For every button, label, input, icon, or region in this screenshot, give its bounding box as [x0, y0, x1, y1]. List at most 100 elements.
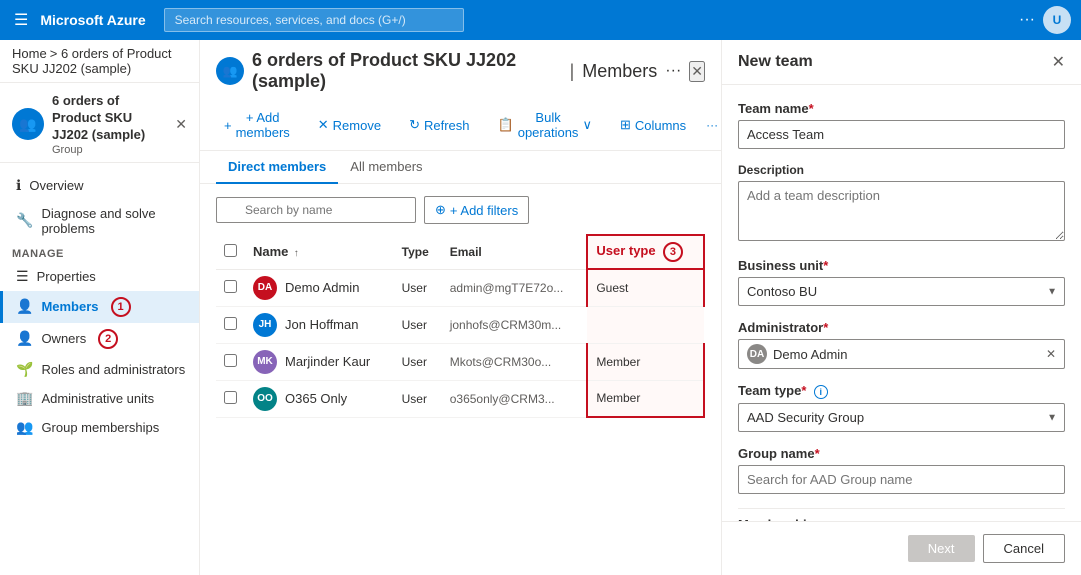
sidebar-close-icon[interactable]: ✕	[175, 116, 187, 133]
search-filter-row: ⊕ + Add filters	[216, 196, 705, 224]
row-email-cell: o365only@CRM3...	[442, 380, 588, 417]
hamburger-icon[interactable]: ☰	[10, 6, 32, 34]
sidebar-item-owners[interactable]: 👤 Owners 2	[0, 323, 199, 355]
tabs: Direct members All members	[200, 151, 721, 184]
breadcrumb-sep1: >	[50, 46, 61, 61]
add-icon: +	[224, 118, 232, 133]
row-type-cell: User	[394, 380, 442, 417]
members-table: Name ↑ Type Email User type 3	[216, 234, 705, 418]
right-panel: New team ✕ Team name* Description Busine…	[721, 40, 1081, 575]
team-type-select[interactable]: AAD Security Group	[738, 403, 1065, 432]
toolbar: + + Add members ✕ Remove ↻ Refresh 📋 Bul…	[216, 100, 705, 150]
sidebar-item-roles[interactable]: 🌱 Roles and administrators	[0, 355, 199, 384]
panel-body: Team name* Description Business unit* Co…	[722, 85, 1081, 521]
team-name-required: *	[809, 101, 814, 116]
sidebar-item-label: Roles and administrators	[41, 362, 185, 377]
cancel-button[interactable]: Cancel	[983, 534, 1065, 563]
add-filters-label: + Add filters	[450, 203, 518, 218]
admin-units-icon: 🏢	[16, 390, 33, 407]
sidebar-item-diagnose[interactable]: 🔧 Diagnose and solve problems	[0, 200, 199, 242]
panel-close-button[interactable]: ✕	[1052, 52, 1065, 72]
team-type-select-wrapper: AAD Security Group ▼	[738, 403, 1065, 432]
next-button[interactable]: Next	[908, 535, 975, 562]
remove-button[interactable]: ✕ Remove	[310, 113, 389, 137]
row-checkbox[interactable]	[224, 391, 237, 404]
members-area: ⊕ + Add filters Name ↑ Type	[200, 184, 721, 575]
avatar[interactable]: U	[1043, 6, 1071, 34]
content-area: 👥 6 orders of Product SKU JJ202 (sample)…	[200, 40, 721, 575]
content-header: 👥 6 orders of Product SKU JJ202 (sample)…	[200, 40, 721, 151]
add-members-label: + Add members	[236, 110, 290, 140]
wrench-icon: 🔧	[16, 212, 33, 229]
select-all-header	[216, 235, 245, 269]
row-name-cell: OO O365 Only	[245, 380, 394, 417]
description-group: Description	[738, 163, 1065, 244]
remove-label: Remove	[333, 118, 381, 133]
sidebar-item-overview[interactable]: ℹ Overview	[0, 171, 199, 200]
row-type-cell: User	[394, 269, 442, 306]
group-name-group: Group name*	[738, 446, 1065, 494]
search-wrapper	[216, 197, 416, 223]
row-checkbox[interactable]	[224, 317, 237, 330]
sidebar-title: 6 orders of Product SKU JJ202 (sample)	[52, 93, 167, 144]
row-checkbox[interactable]	[224, 280, 237, 293]
bulk-label: Bulk operations	[518, 110, 579, 140]
row-name-cell: JH Jon Hoffman	[245, 306, 394, 343]
sort-arrow-icon: ↑	[294, 248, 299, 259]
description-textarea[interactable]	[738, 181, 1065, 241]
team-type-info-icon[interactable]: i	[814, 385, 828, 399]
business-unit-select[interactable]: Contoso BU	[738, 277, 1065, 306]
user-avatar: DA	[253, 276, 277, 300]
sidebar-item-admin-units[interactable]: 🏢 Administrative units	[0, 384, 199, 413]
bulk-operations-button[interactable]: 📋 Bulk operations ∨	[490, 106, 600, 144]
row-checkbox[interactable]	[224, 354, 237, 367]
business-unit-label: Business unit*	[738, 258, 1065, 273]
user-type-header: User type 3	[587, 235, 704, 269]
properties-icon: ☰	[16, 268, 29, 285]
select-all-checkbox[interactable]	[224, 244, 237, 257]
group-name-input[interactable]	[738, 465, 1065, 494]
sidebar-item-label: Administrative units	[41, 391, 154, 406]
membership-section-label: Membership	[738, 508, 1065, 521]
team-type-label: Team type* i	[738, 383, 1065, 399]
row-checkbox-cell	[216, 343, 245, 380]
team-name-input[interactable]	[738, 120, 1065, 149]
search-input[interactable]	[216, 197, 416, 223]
admin-name: Demo Admin	[773, 347, 1040, 362]
tab-all-members[interactable]: All members	[338, 151, 434, 184]
content-close-button[interactable]: ✕	[689, 61, 705, 82]
admin-remove-button[interactable]: ✕	[1046, 347, 1056, 361]
sidebar-item-label: Owners	[41, 331, 86, 346]
global-search-input[interactable]	[164, 8, 464, 32]
refresh-button[interactable]: ↻ Refresh	[401, 113, 477, 137]
add-filters-button[interactable]: ⊕ + Add filters	[424, 196, 529, 224]
breadcrumb-home[interactable]: Home	[12, 46, 47, 61]
title-separator: |	[570, 61, 575, 82]
row-email-cell: jonhofs@CRM30m...	[442, 306, 588, 343]
tt-required: *	[801, 383, 806, 398]
columns-button[interactable]: ⊞ Columns	[612, 113, 694, 137]
name-header[interactable]: Name ↑	[245, 235, 394, 269]
more-toolbar-button[interactable]: ···	[698, 114, 721, 136]
user-name: Jon Hoffman	[285, 317, 358, 332]
administrator-label: Administrator*	[738, 320, 1065, 335]
add-members-button[interactable]: + + Add members	[216, 106, 298, 144]
topnav-more-icon[interactable]: ···	[1019, 11, 1035, 29]
sidebar-item-members[interactable]: 👤 Members 1	[0, 291, 199, 323]
sidebar-item-group-memberships[interactable]: 👥 Group memberships	[0, 413, 199, 442]
content-more-icon[interactable]: ···	[665, 62, 681, 80]
user-name: Marjinder Kaur	[285, 354, 370, 369]
user-name: O365 Only	[285, 391, 347, 406]
sidebar-subtitle: Group	[52, 144, 167, 156]
bulk-icon: 📋	[498, 117, 514, 133]
sidebar: Home > 6 orders of Product SKU JJ202 (sa…	[0, 40, 200, 575]
tab-direct-members[interactable]: Direct members	[216, 151, 338, 184]
row-checkbox-cell	[216, 269, 245, 306]
business-unit-select-wrapper: Contoso BU ▼	[738, 277, 1065, 306]
row-email-cell: Mkots@CRM30o...	[442, 343, 588, 380]
row-email-cell: admin@mgT7E72o...	[442, 269, 588, 306]
admin-avatar: DA	[747, 344, 767, 364]
group-memberships-icon: 👥	[16, 419, 33, 436]
sidebar-item-properties[interactable]: ☰ Properties	[0, 262, 199, 291]
row-checkbox-cell	[216, 380, 245, 417]
